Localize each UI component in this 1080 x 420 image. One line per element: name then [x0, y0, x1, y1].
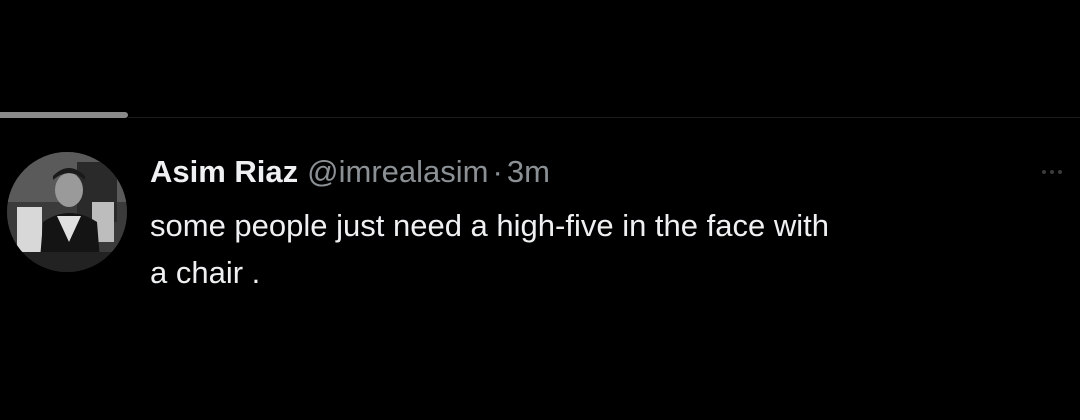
user-handle[interactable]: @imrealasim [307, 150, 488, 194]
tweet-text: some people just need a high-five in the… [150, 208, 829, 290]
more-options-icon [1050, 170, 1054, 174]
user-avatar-photo-icon [7, 152, 127, 272]
tweet[interactable]: Asim Riaz @imrealasim · 3m some people j… [0, 118, 1080, 338]
display-name[interactable]: Asim Riaz [150, 150, 298, 194]
timestamp[interactable]: 3m [507, 150, 550, 194]
more-options-icon [1042, 170, 1046, 174]
separator: · [492, 154, 503, 189]
more-options-button[interactable] [1036, 158, 1068, 186]
avatar[interactable] [7, 152, 127, 272]
tweet-header: Asim Riaz @imrealasim · 3m [150, 150, 550, 194]
more-options-icon [1058, 170, 1062, 174]
